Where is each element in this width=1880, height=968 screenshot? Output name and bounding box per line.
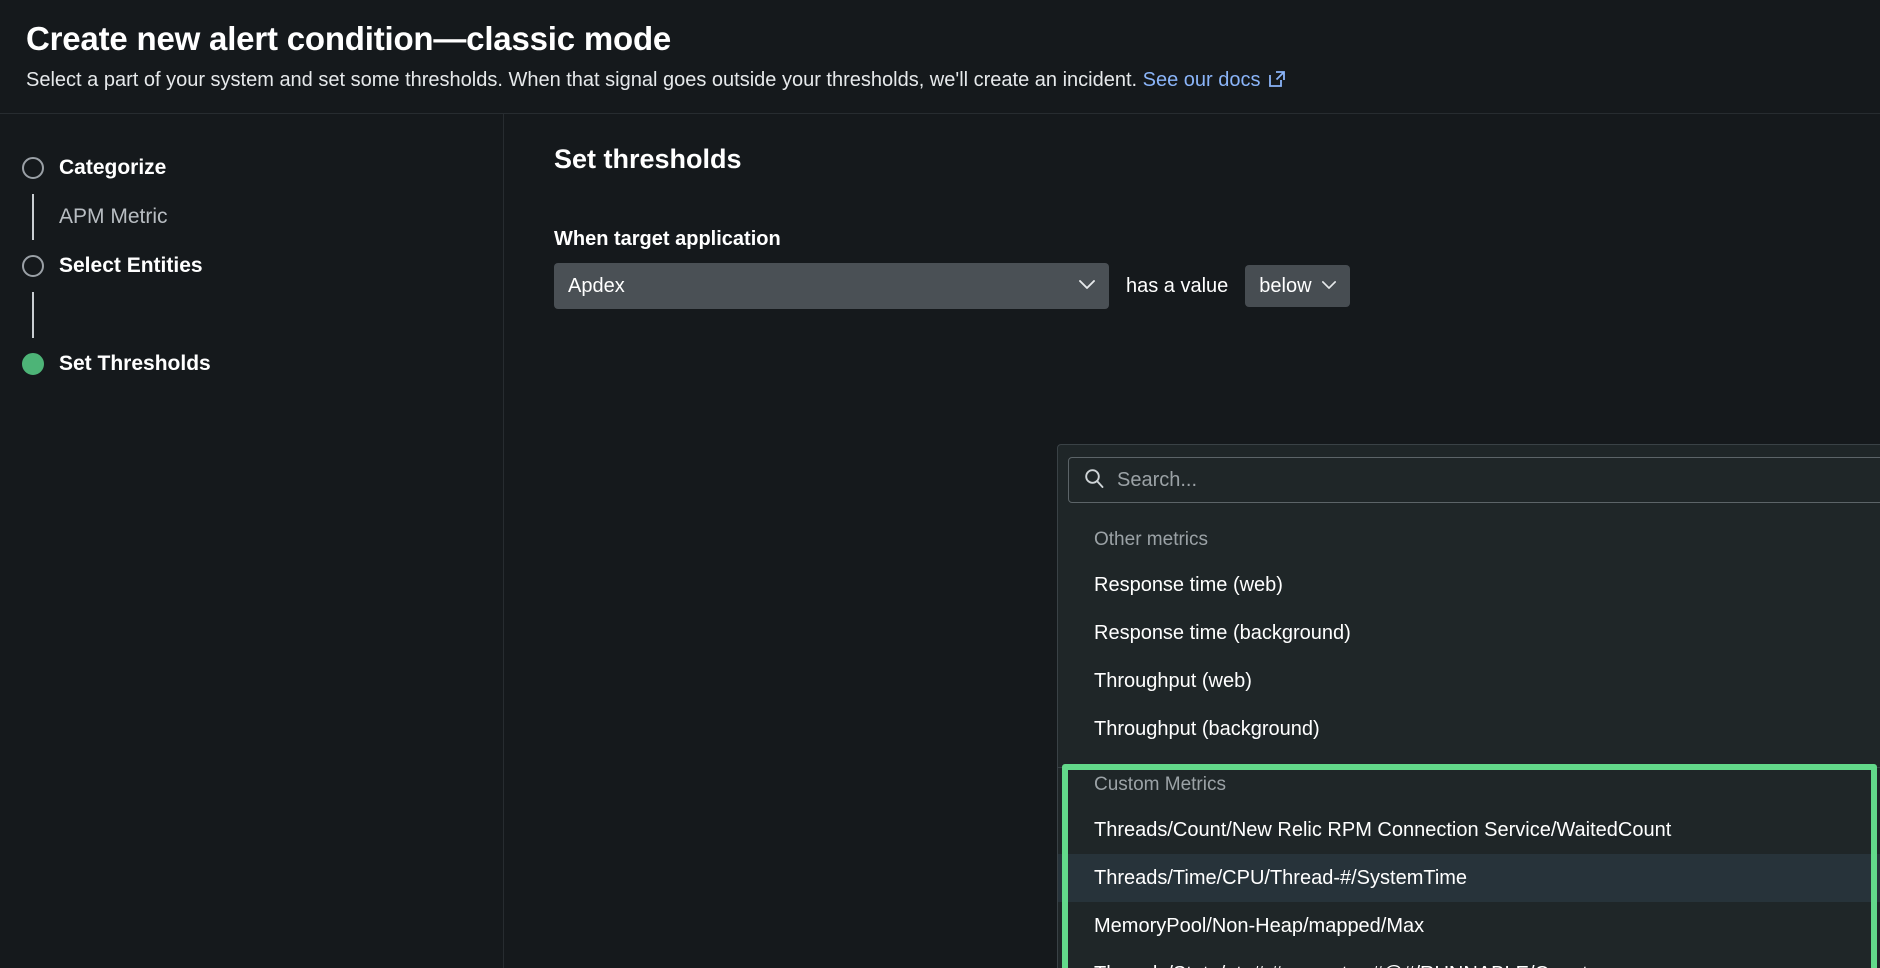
metric-dropdown-panel: Other metrics Response time (web) Respon…: [1057, 444, 1880, 968]
operator-select[interactable]: below: [1245, 265, 1350, 307]
chevron-down-icon: [1079, 277, 1095, 295]
group-header-custom-metrics: Custom Metrics: [1094, 774, 1226, 795]
step-connector-2: [32, 292, 34, 338]
step-select-entities[interactable]: Select Entities: [22, 248, 503, 284]
option-response-time-web[interactable]: Response time (web): [1058, 561, 1880, 609]
section-title: Set thresholds: [554, 144, 742, 174]
step-label-select-entities: Select Entities: [59, 254, 203, 277]
search-icon: [1083, 467, 1105, 494]
page-subtitle-text: Select a part of your system and set som…: [26, 69, 1138, 92]
step-connector-wrap-2: [22, 284, 503, 346]
chevron-down-icon: [1321, 277, 1336, 295]
metric-select-value: Apdex: [568, 274, 625, 297]
search-input[interactable]: [1117, 468, 1880, 492]
external-link-icon: [1267, 69, 1287, 96]
option-threads-count-waitedcount[interactable]: Threads/Count/New Relic RPM Connection S…: [1058, 806, 1880, 854]
step-label-set-thresholds: Set Thresholds: [59, 352, 211, 375]
operator-select-value: below: [1259, 274, 1312, 297]
page-header: Create new alert condition—classic mode …: [0, 0, 1880, 114]
has-a-value-label: has a value: [1126, 274, 1229, 297]
see-our-docs-label: See our docs: [1142, 69, 1261, 92]
option-response-time-background[interactable]: Response time (background): [1058, 609, 1880, 657]
group-header-other-metrics: Other metrics: [1094, 529, 1209, 550]
condition-row: Apdex has a value below: [554, 263, 1880, 309]
option-throughput-background[interactable]: Throughput (background): [1058, 705, 1880, 753]
step-dot-categorize: [22, 157, 44, 179]
step-sub-label-apm-metric: APM Metric: [59, 205, 168, 228]
metric-option-list[interactable]: Other metrics Response time (web) Respon…: [1058, 523, 1880, 968]
option-threads-time-cpu-systemtime[interactable]: Threads/Time/CPU/Thread-#/SystemTime: [1058, 854, 1880, 902]
field-label-when-target-application: When target application: [554, 228, 781, 250]
wizard-stepper: Categorize APM Metric Select Entities Se…: [0, 114, 504, 968]
step-sub-apm-metric: APM Metric: [22, 186, 503, 248]
step-dot-set-thresholds: [22, 353, 44, 375]
page-title: Create new alert condition—classic mode: [26, 20, 672, 57]
step-categorize[interactable]: Categorize: [22, 150, 503, 186]
step-connector-1: [32, 194, 34, 240]
option-throughput-web[interactable]: Throughput (web): [1058, 657, 1880, 705]
see-our-docs-link[interactable]: See our docs: [1143, 69, 1261, 91]
step-set-thresholds[interactable]: Set Thresholds: [22, 346, 503, 382]
step-dot-select-entities: [22, 255, 44, 277]
step-label-categorize: Categorize: [59, 156, 167, 179]
body-wrapper: Categorize APM Metric Select Entities Se…: [0, 114, 1880, 968]
option-memorypool-non-heap-mapped-max[interactable]: MemoryPool/Non-Heap/mapped/Max: [1058, 902, 1880, 950]
search-field[interactable]: [1068, 457, 1880, 503]
option-threads-state-runnable-count[interactable]: Threads/State/qtp#-#-acceptor-#@#/RUNNAB…: [1058, 950, 1880, 968]
metric-select[interactable]: Apdex: [554, 263, 1109, 309]
page-subtitle: Select a part of your system and set som…: [26, 67, 1880, 96]
main-content: Set thresholds When target application A…: [504, 114, 1880, 968]
